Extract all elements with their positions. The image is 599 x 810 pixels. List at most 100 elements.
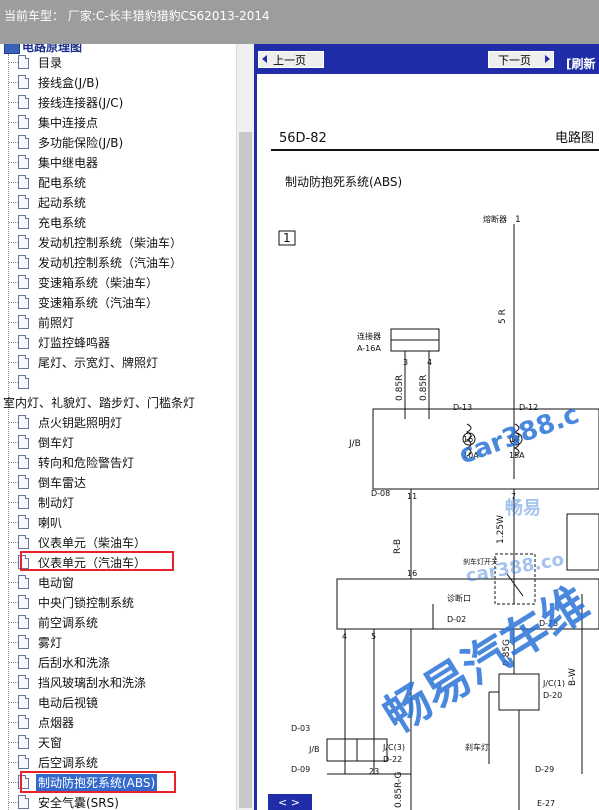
tree-item-label: 天窗	[38, 736, 63, 750]
tree-item[interactable]: 倒车灯	[0, 432, 236, 452]
tree-connector-line	[9, 482, 18, 483]
connector-code: A-16A	[357, 344, 381, 353]
tree-item[interactable]: 灯监控蜂鸣器	[0, 332, 236, 352]
tree-item[interactable]: 接线连接器(J/C)	[0, 92, 236, 112]
tree-item[interactable]: 点火钥匙照明灯	[0, 412, 236, 432]
tree-item[interactable]: 安全气囊(SRS)	[0, 792, 236, 810]
tree-item[interactable]: 电动后视镜	[0, 692, 236, 712]
tree-item[interactable]: 充电系统	[0, 212, 236, 232]
tree-item-label: 点烟器	[38, 716, 75, 730]
tree-item[interactable]: 集中连接点	[0, 112, 236, 132]
prev-page-button[interactable]: 上一页	[258, 51, 324, 68]
wire-5r: 5 R	[498, 309, 508, 324]
tree-item[interactable]: 后刮水和洗涤	[0, 652, 236, 672]
tree-item-label: 倒车灯	[38, 436, 75, 450]
tree-item[interactable]: 仪表单元（柴油车）	[0, 532, 236, 552]
page-code: 56D-82	[279, 131, 327, 146]
document-icon	[18, 355, 29, 369]
tree-item[interactable]: 制动灯	[0, 492, 236, 512]
tree-item[interactable]: 多功能保险(J/B)	[0, 132, 236, 152]
tree-item[interactable]: 倒车雷达	[0, 472, 236, 492]
tree-item[interactable]: 发动机控制系统（汽油车）	[0, 252, 236, 272]
document-icon	[18, 135, 29, 149]
fuse-label: 熔断器	[483, 214, 507, 224]
tree-item-label: 前空调系统	[38, 616, 99, 630]
tree-item[interactable]: 配电系统	[0, 172, 236, 192]
tree-item[interactable]: 前照灯	[0, 312, 236, 332]
scrollbar-thumb[interactable]	[239, 132, 252, 808]
svg-text:J/B: J/B	[348, 439, 361, 449]
tree-item[interactable]: 尾灯、示宽灯、牌照灯	[0, 352, 236, 372]
document-icon	[18, 695, 29, 709]
tree-item[interactable]: 雾灯	[0, 632, 236, 652]
document-icon	[18, 295, 29, 309]
tree-item-label: 中央门锁控制系统	[38, 596, 135, 610]
svg-text:D-02: D-02	[447, 615, 466, 624]
tree-item-label: 点火钥匙照明灯	[38, 416, 123, 430]
tree-connector-line	[9, 742, 18, 743]
fuse-number: 1	[515, 215, 521, 225]
document-icon	[18, 795, 29, 809]
tree-item-label: 室内灯、礼貌灯、踏步灯、门槛条灯	[3, 396, 196, 410]
document-icon	[18, 615, 29, 629]
tree-item[interactable]	[0, 372, 236, 392]
tree-connector-line	[9, 62, 18, 63]
tree-item[interactable]: 变速箱系统（柴油车）	[0, 272, 236, 292]
tree-connector-line	[9, 122, 18, 123]
box-number: 1	[283, 231, 291, 245]
tree-item[interactable]: 接线盒(J/B)	[0, 72, 236, 92]
document-icon	[18, 275, 29, 289]
tree-item[interactable]: 目录	[0, 52, 236, 72]
tree-connector-line	[9, 242, 18, 243]
document-icon	[18, 335, 29, 349]
next-page-button[interactable]: 下一页	[488, 51, 554, 68]
refresh-link[interactable]: [刷新	[566, 55, 596, 72]
tree-item[interactable]: 挡风玻璃刮水和洗涤	[0, 672, 236, 692]
svg-text:D-13: D-13	[453, 403, 472, 412]
tree-connector-line	[9, 782, 18, 783]
tree-item[interactable]: 前空调系统	[0, 612, 236, 632]
svg-text:D-03: D-03	[291, 724, 310, 733]
title-bar: 当前车型： 厂家:C-长丰猎豹猎豹CS62013-2014	[0, 0, 599, 44]
document-icon	[18, 495, 29, 509]
highlight-box	[20, 771, 176, 793]
document-icon	[18, 655, 29, 669]
diagram-page: 56D-82 电路图 制动防抱死系统(ABS) 1 熔断器 1 5 R 连接器 …	[254, 74, 599, 810]
current-model-label: 当前车型： 厂家:C-长丰猎豹猎豹CS62013-2014	[4, 9, 270, 23]
tree-item[interactable]: 后空调系统	[0, 752, 236, 772]
tree-item[interactable]: 发动机控制系统（柴油车）	[0, 232, 236, 252]
tree-item-label: 目录	[38, 56, 63, 70]
svg-text:D-20: D-20	[543, 691, 562, 700]
document-icon	[18, 195, 29, 209]
tree-item[interactable]: 喇叭	[0, 512, 236, 532]
tree-item[interactable]: 室内灯、礼貌灯、踏步灯、门槛条灯	[0, 392, 236, 412]
tree-item-label: 变速箱系统（汽油车）	[38, 296, 159, 310]
tree-connector-line	[9, 502, 18, 503]
document-icon	[18, 535, 29, 549]
page-header-right: 电路图	[555, 130, 594, 146]
svg-text:J/C(1): J/C(1)	[542, 679, 565, 688]
tree-item[interactable]: 点烟器	[0, 712, 236, 732]
tree-item[interactable]: 中央门锁控制系统	[0, 592, 236, 612]
tree-item[interactable]: 电动窗	[0, 572, 236, 592]
tree-item[interactable]: 变速箱系统（汽油车）	[0, 292, 236, 312]
document-icon	[18, 755, 29, 769]
tree-item[interactable]: 天窗	[0, 732, 236, 752]
tree-item[interactable]: 转向和危险警告灯	[0, 452, 236, 472]
document-icon	[18, 575, 29, 589]
document-icon	[18, 55, 29, 69]
watermark-brand-a: 畅易	[505, 497, 541, 519]
tree-item[interactable]: 集中继电器	[0, 152, 236, 172]
tree-scrollbar[interactable]	[236, 44, 254, 810]
svg-text:0.85R-G: 0.85R-G	[394, 771, 404, 808]
document-icon	[18, 315, 29, 329]
svg-text:11: 11	[407, 492, 417, 501]
tree-connector-line	[9, 442, 18, 443]
tree-connector-line	[9, 662, 18, 663]
tree-connector-line	[9, 802, 18, 803]
tree-connector-line	[9, 182, 18, 183]
tree-connector-line	[9, 382, 18, 383]
tree-item[interactable]: 起动系统	[0, 192, 236, 212]
tree-item-label: 仪表单元（柴油车）	[38, 536, 147, 550]
bottom-nav-tab[interactable]: < >	[268, 794, 312, 810]
